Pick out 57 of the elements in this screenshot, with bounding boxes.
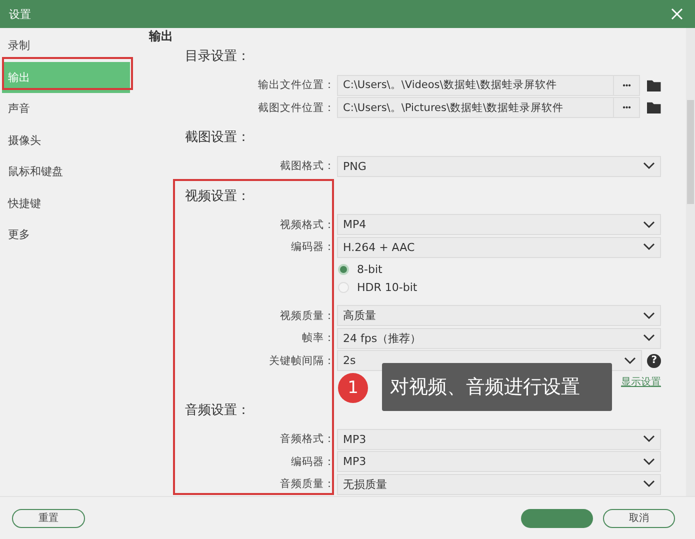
chevron-icon[interactable] [643,162,655,170]
sidebar-item[interactable]: 声音 [0,93,134,124]
dropdown[interactable]: H.264 + AAC [337,236,661,258]
field-label: 音频格式： [279,432,336,446]
window-title: 设置 [9,6,31,22]
field-label: 音频质量： [279,477,336,492]
sidebar-item[interactable]: 更多 [0,219,134,250]
radio-button[interactable] [338,264,349,275]
chevron-icon[interactable] [643,312,655,320]
chevron-icon[interactable] [643,220,655,229]
chevron-icon[interactable] [643,334,655,342]
dropdown[interactable]: 24 fps（推荐） [337,328,661,349]
field-label: 视频格式： [279,218,336,232]
sidebar-item[interactable]: 录制 [0,30,134,62]
callout-tooltip: 对视频、音频进行设置 [382,363,612,411]
sidebar-item[interactable]: 鼠标和键盘 [0,156,134,188]
settings-link[interactable]: 显示设置 [621,375,661,389]
chevron-icon[interactable] [643,435,655,444]
dropdown[interactable]: 无损质量 [337,474,661,495]
scrollbar[interactable] [686,28,695,496]
section-heading: 视频设置： [185,188,250,204]
field-label: 帧率： [301,331,336,346]
field-label: 截图文件位置： [257,100,336,115]
section-heading: 音频设置： [185,402,250,419]
confirm-button[interactable] [521,508,593,528]
help-icon[interactable]: ? [647,354,661,368]
page-heading: 输出 [149,29,173,43]
section-heading: 截图设置： [185,129,250,146]
field-label: 关键帧间隔： [268,354,336,368]
dropdown[interactable]: PNG [337,156,661,177]
scrollbar-thumb[interactable] [687,100,694,204]
cancel-button[interactable]: 取消 [603,508,675,528]
close-icon[interactable] [671,8,683,20]
chevron-icon[interactable] [643,458,655,466]
folder-icon[interactable] [647,78,661,92]
field-label: 截图格式： [279,159,336,174]
field-label: 视频质量： [279,308,336,323]
chevron-icon[interactable] [643,243,655,252]
field-label: 编码器： [290,454,336,469]
section-heading: 目录设置： [185,48,250,65]
reset-button[interactable]: 重置 [12,508,85,528]
field-label: 编码器： [290,240,336,254]
chevron-icon[interactable] [624,356,636,365]
step-badge: 1 [338,373,368,403]
chevron-icon[interactable] [643,480,655,488]
path-field[interactable]: C:\Users\。\Pictures\数据蛙\数据蛙录屏软件 [338,100,614,115]
folder-icon[interactable] [647,101,661,114]
dropdown[interactable]: MP4 [337,214,661,236]
radio-label: 8-bit [357,263,382,276]
path-field[interactable]: C:\Users\。\Videos\数据蛙\数据蛙录屏软件 [338,78,614,92]
dropdown[interactable]: MP3 [337,428,661,450]
dropdown[interactable]: 高质量 [337,305,661,326]
radio-label: HDR 10-bit [357,281,418,294]
dropdown[interactable]: MP3 [337,451,661,472]
sidebar-item[interactable]: 快捷键 [0,188,134,219]
field-label: 输出文件位置： [257,78,336,92]
sidebar-item[interactable]: 摄像头 [0,124,134,156]
